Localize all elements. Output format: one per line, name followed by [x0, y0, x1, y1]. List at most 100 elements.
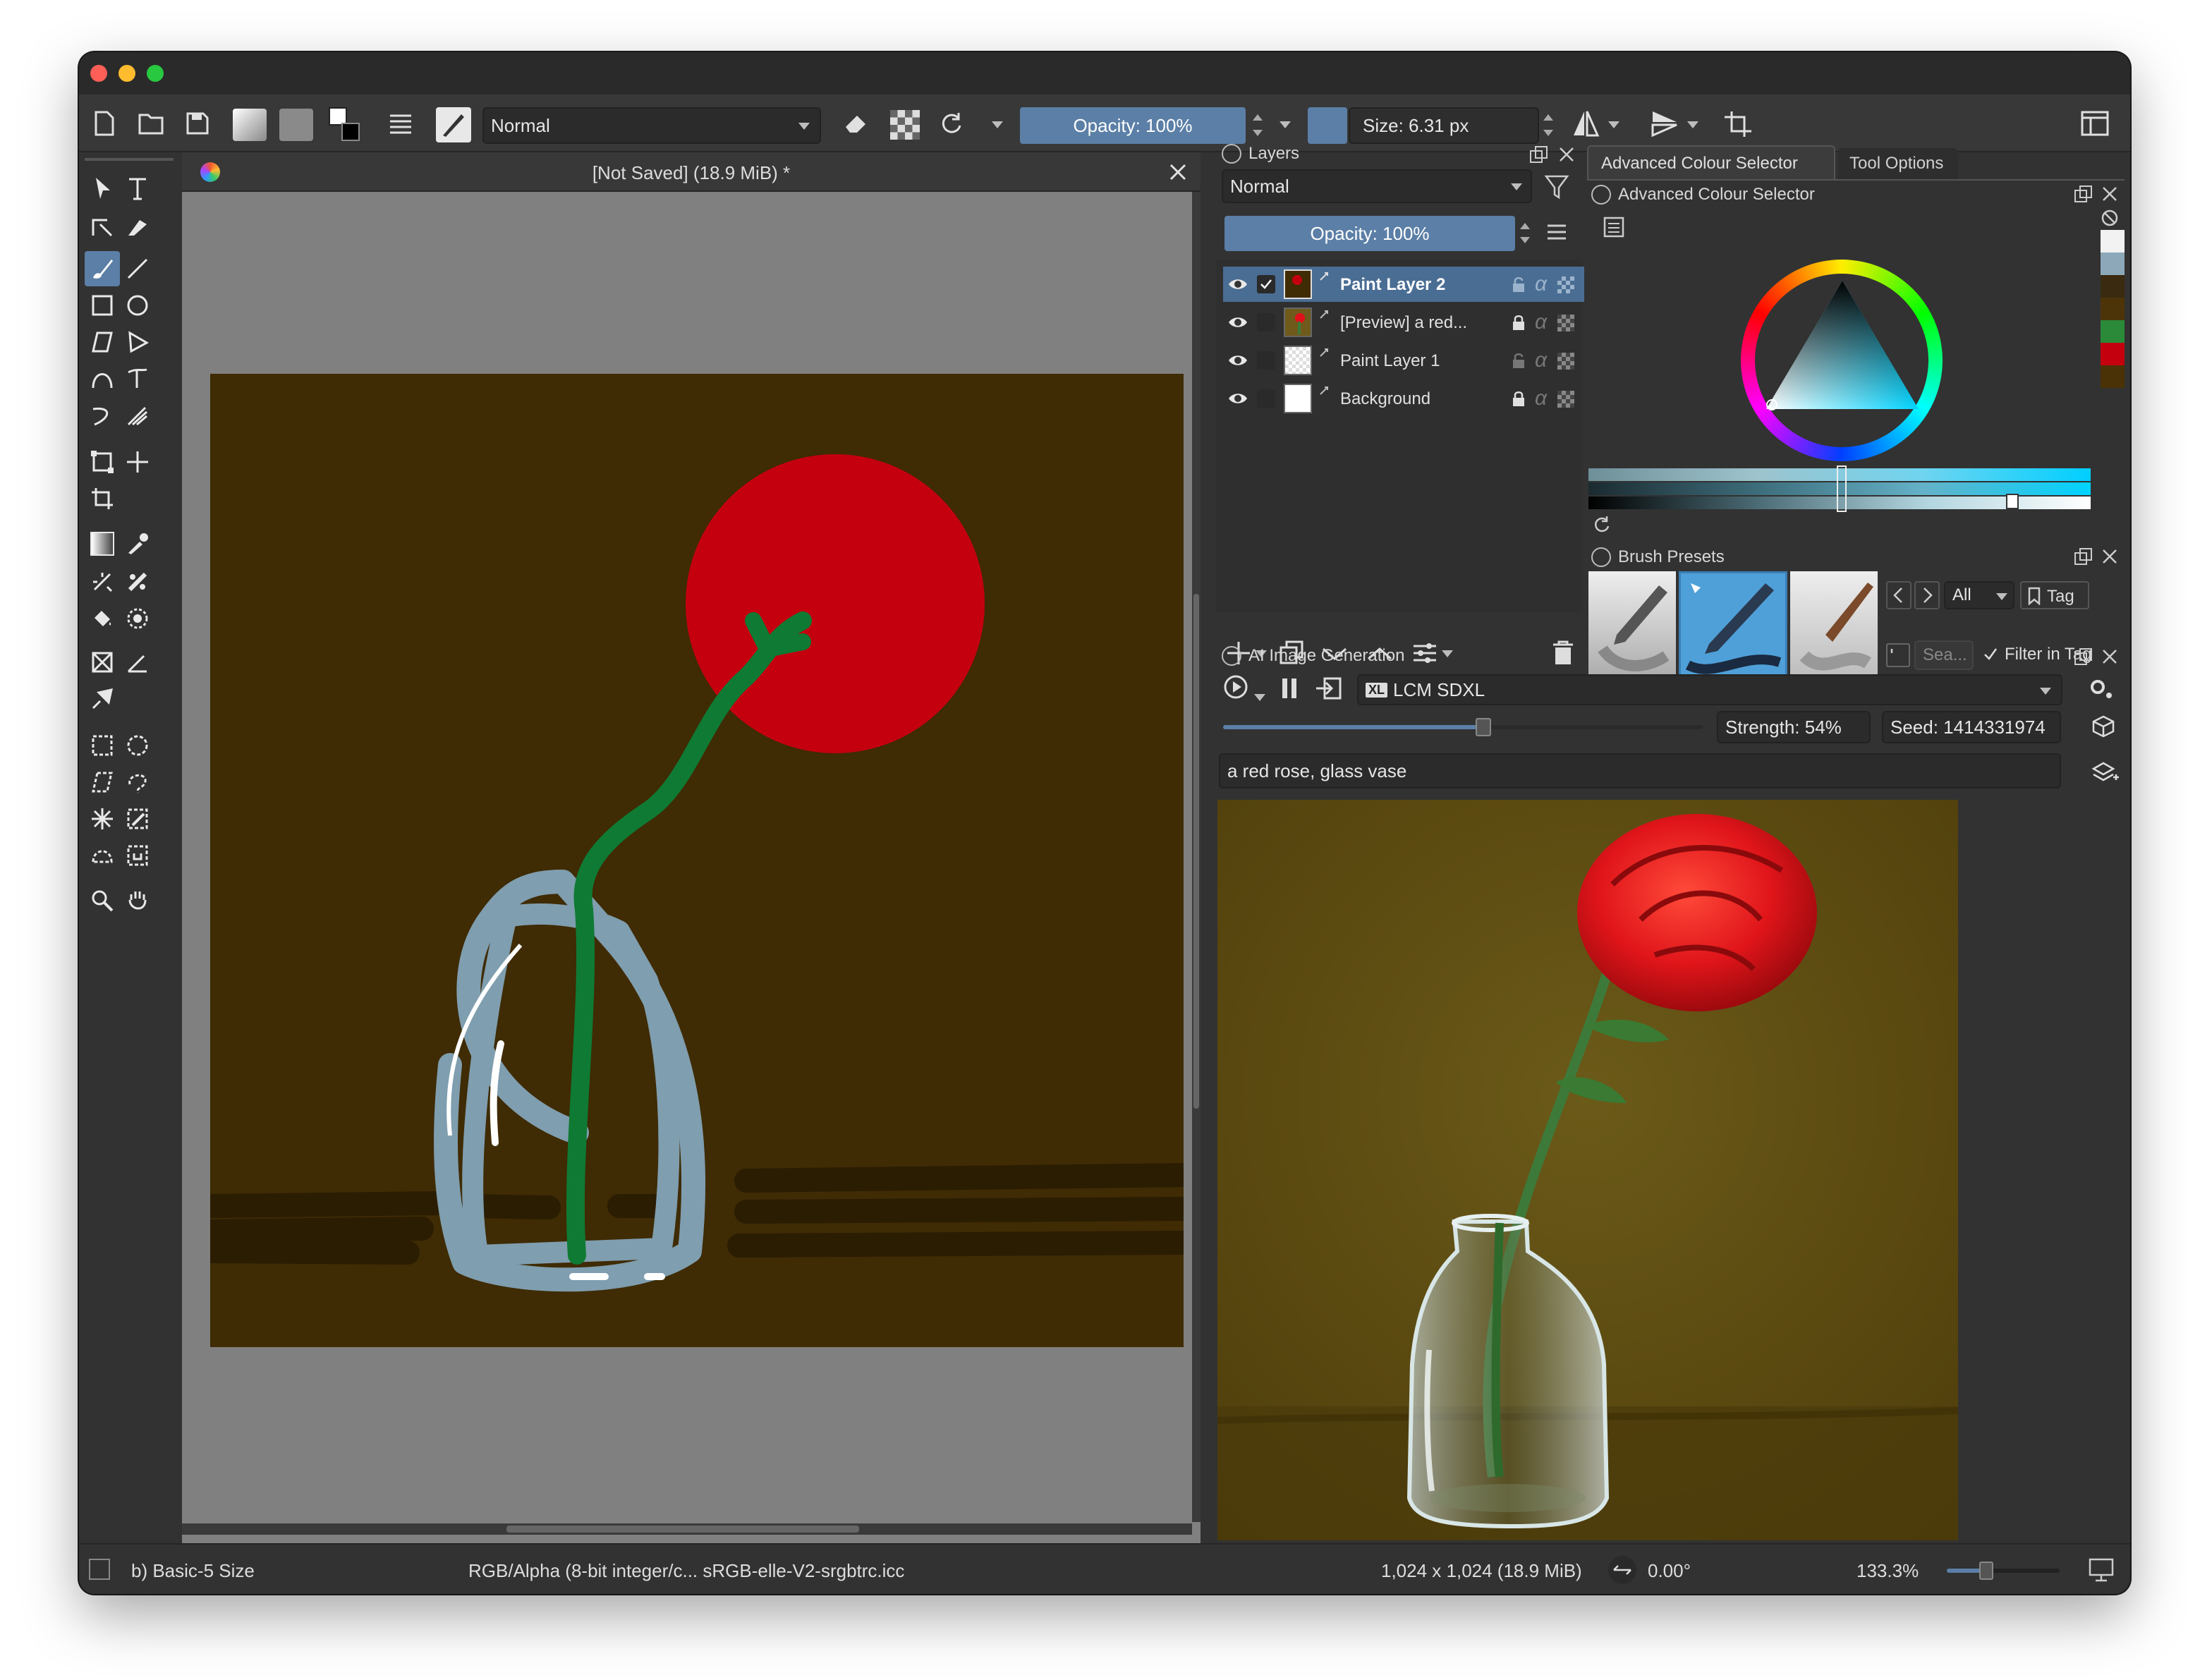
magnetic-selection-tool-icon[interactable]	[120, 838, 155, 873]
gradient-tool-icon[interactable]	[85, 526, 120, 561]
slider-handle[interactable]	[1837, 465, 1847, 512]
strength-slider-track[interactable]	[1223, 718, 1703, 736]
docker-lock-icon[interactable]	[1591, 547, 1611, 567]
close-document-icon[interactable]	[1165, 159, 1191, 185]
saturation-value-triangle[interactable]	[1756, 272, 1928, 436]
horizontal-scrollbar-thumb[interactable]	[506, 1526, 859, 1533]
next-tag-icon[interactable]	[1914, 581, 1940, 609]
close-docker-icon[interactable]	[2101, 185, 2119, 203]
close-docker-icon[interactable]	[2101, 647, 2119, 666]
add-region-icon[interactable]	[2091, 759, 2119, 784]
reference-image-tool-icon[interactable]	[85, 681, 120, 717]
docker-lock-icon[interactable]	[1222, 144, 1241, 164]
layer-check-icon[interactable]	[1257, 275, 1275, 293]
polygon-tool-icon[interactable]	[85, 324, 120, 360]
size-slider[interactable]: Size: 6.31 px	[1349, 107, 1539, 144]
similar-color-selection-tool-icon[interactable]	[120, 801, 155, 836]
alpha-lock-icon[interactable]: α	[1535, 386, 1547, 410]
rectangular-selection-tool-icon[interactable]	[85, 728, 120, 763]
foreground-background-color-icon[interactable]	[329, 107, 364, 142]
colour-history-swatch[interactable]	[2101, 298, 2125, 320]
enclose-fill-tool-icon[interactable]	[120, 601, 155, 636]
polyline-tool-icon[interactable]	[120, 324, 155, 360]
contiguous-selection-tool-icon[interactable]	[85, 801, 120, 836]
colour-history-swatch[interactable]	[2101, 230, 2125, 252]
zoom-tool-icon[interactable]	[85, 883, 120, 918]
close-docker-icon[interactable]	[2101, 547, 2119, 566]
chevron-down-icon[interactable]	[1608, 121, 1619, 128]
opacity-spinner[interactable]	[1250, 107, 1268, 144]
tag-button[interactable]: Tag	[2020, 581, 2089, 609]
layer-opacity-spinner[interactable]	[1518, 216, 1533, 251]
reload-preset-icon[interactable]	[934, 106, 968, 140]
layer-checkbox[interactable]	[1257, 389, 1275, 408]
float-docker-icon[interactable]	[2074, 185, 2093, 203]
clear-history-icon[interactable]	[2101, 209, 2119, 227]
locked-icon[interactable]	[1509, 313, 1528, 331]
color-picker-tool-icon[interactable]	[120, 526, 155, 561]
chevron-down-icon[interactable]	[1687, 121, 1698, 128]
edit-shapes-tool-icon[interactable]	[85, 209, 120, 244]
open-document-icon[interactable]	[134, 106, 168, 140]
tab-tool-options[interactable]: Tool Options	[1838, 148, 1958, 179]
zoom-window-button[interactable]	[147, 65, 164, 82]
dynamic-brush-tool-icon[interactable]	[85, 398, 120, 433]
model-dropdown[interactable]: XL LCM SDXL	[1357, 674, 2062, 705]
zoom-slider-handle[interactable]	[1979, 1562, 1993, 1580]
mirror-horizontal-icon[interactable]	[1569, 106, 1603, 140]
layer-row[interactable]: Paint Layer 2 α	[1223, 267, 1584, 302]
random-seed-icon[interactable]	[2091, 714, 2116, 739]
docker-lock-icon[interactable]	[1591, 185, 1611, 205]
rectangle-tool-icon[interactable]	[85, 288, 120, 323]
transform-tool-icon[interactable]	[85, 444, 120, 480]
generate-play-icon[interactable]	[1223, 674, 1251, 702]
colour-history-swatch[interactable]	[2101, 320, 2125, 343]
inherit-alpha-icon[interactable]	[1557, 276, 1574, 293]
strength-spinbox[interactable]: Strength: 54%	[1717, 711, 1871, 743]
float-docker-icon[interactable]	[1529, 145, 1549, 164]
brush-preset-icon[interactable]	[436, 107, 471, 142]
eye-visible-icon[interactable]	[1227, 274, 1248, 295]
horizontal-scrollbar[interactable]	[182, 1523, 1192, 1535]
layer-blend-mode-dropdown[interactable]: Normal	[1222, 169, 1532, 203]
zoom-slider[interactable]	[1947, 1562, 2060, 1580]
wrap-around-icon[interactable]	[1721, 106, 1755, 140]
close-window-button[interactable]	[90, 65, 107, 82]
size-slider-fill[interactable]	[1308, 107, 1347, 144]
alpha-lock-icon[interactable]: α	[1535, 272, 1547, 296]
canvas-view[interactable]: [Not Saved] (18.9 MiB) *	[182, 152, 1201, 1563]
chevron-down-icon[interactable]	[992, 121, 1003, 128]
inherit-alpha-icon[interactable]	[1557, 353, 1574, 370]
text-tool-icon[interactable]	[120, 171, 155, 206]
colour-history-swatch[interactable]	[2101, 365, 2125, 388]
vertical-scrollbar[interactable]	[1192, 192, 1201, 1522]
rotation-reset-icon[interactable]	[1608, 1556, 1636, 1584]
alpha-lock-icon[interactable]: α	[1535, 310, 1547, 334]
document-tab[interactable]: [Not Saved] (18.9 MiB) *	[182, 152, 1201, 192]
previous-tag-icon[interactable]	[1886, 581, 1912, 609]
layer-checkbox[interactable]	[1257, 313, 1275, 331]
eye-visible-icon[interactable]	[1227, 350, 1248, 371]
colour-history-swatch[interactable]	[2101, 252, 2125, 275]
size-spinner[interactable]	[1540, 107, 1559, 144]
slider-handle[interactable]	[2006, 494, 2019, 509]
apply-result-icon[interactable]	[1315, 676, 1343, 701]
select-shapes-tool-icon[interactable]	[85, 171, 120, 206]
polygonal-selection-tool-icon[interactable]	[85, 765, 120, 800]
colour-history-swatch[interactable]	[2101, 275, 2125, 298]
pan-tool-icon[interactable]	[120, 883, 155, 918]
ai-settings-icon[interactable]	[2088, 677, 2116, 702]
eraser-mode-icon[interactable]	[839, 106, 873, 140]
pattern-selector-icon[interactable]	[279, 109, 313, 141]
fill-tool-icon[interactable]	[85, 601, 120, 636]
float-docker-icon[interactable]	[2074, 647, 2093, 666]
alpha-lock-icon[interactable]: α	[1535, 348, 1547, 372]
generated-image-preview[interactable]	[1217, 800, 1958, 1540]
opacity-slider[interactable]: Opacity: 100%	[1020, 107, 1246, 144]
measure-tool-icon[interactable]	[120, 645, 155, 680]
vertical-scrollbar-thumb[interactable]	[1193, 594, 1199, 1109]
multibrush-tool-icon[interactable]	[120, 398, 155, 433]
pause-icon[interactable]	[1277, 676, 1302, 701]
line-tool-icon[interactable]	[120, 251, 155, 286]
bezier-curve-tool-icon[interactable]	[85, 361, 120, 396]
